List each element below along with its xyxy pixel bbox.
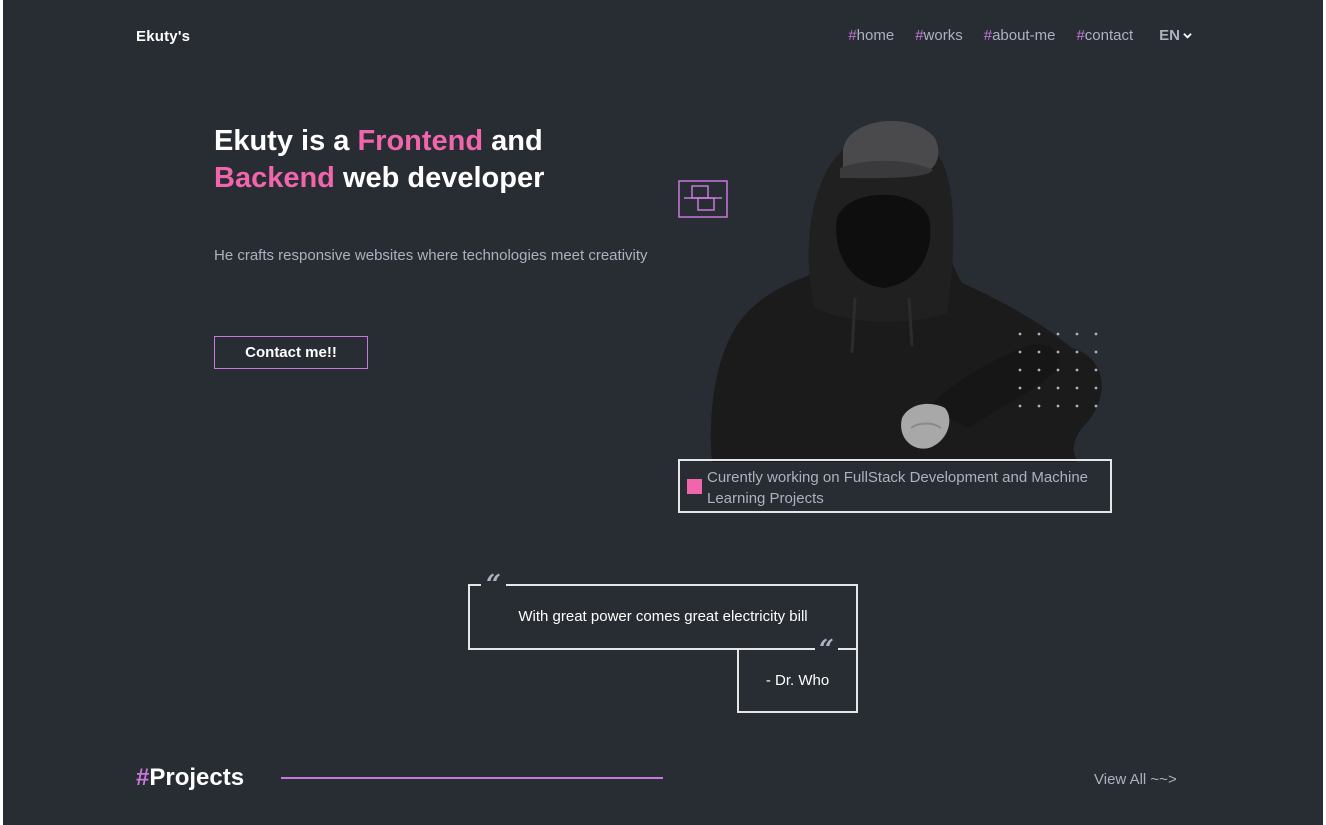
nav-hash: #: [983, 27, 993, 44]
quote-box: With great power comes great electricity…: [468, 584, 858, 650]
status-text: Curently working on FullStack Developmen…: [707, 469, 1089, 507]
hero-title-text: and: [483, 125, 543, 157]
site-logo[interactable]: Ekuty's: [136, 28, 190, 45]
nav-label: about-me: [992, 27, 1056, 44]
nav-hash: #: [1076, 27, 1085, 44]
projects-hash: #: [136, 764, 150, 791]
projects-title: Projects: [149, 764, 245, 791]
dot-grid-decoration: [1018, 332, 1098, 408]
hero-highlight-backend: Backend: [214, 162, 335, 194]
nav-hash: #: [915, 27, 924, 44]
quote-open-icon: “: [481, 572, 506, 598]
contact-me-button[interactable]: Contact me!!: [214, 336, 368, 369]
nav-hash: #: [848, 27, 857, 44]
hero-subtitle: He crafts responsive websites where tech…: [214, 247, 648, 264]
quote-close-icon: “: [815, 637, 838, 663]
nav-label: home: [856, 27, 895, 44]
hero-title: Ekuty is a Frontend and Backend web deve…: [214, 123, 544, 197]
quote-text: With great power comes great electricity…: [518, 608, 808, 625]
nav-link-home[interactable]: #home: [848, 27, 894, 44]
status-box: Curently working on FullStack Developmen…: [678, 459, 1112, 513]
nav-label: contact: [1084, 27, 1134, 44]
language-label: EN: [1159, 27, 1180, 44]
status-square-icon: [687, 479, 702, 494]
quote-author: - Dr. Who: [765, 672, 830, 689]
main-nav: #home #works #about-me #contact EN: [848, 27, 1192, 44]
quote-author-box: - Dr. Who: [737, 648, 858, 713]
nav-link-about-me[interactable]: #about-me: [984, 27, 1056, 44]
projects-heading: #Projects: [136, 764, 244, 792]
page-frame: [0, 0, 1326, 825]
language-selector[interactable]: EN: [1159, 27, 1192, 44]
nav-link-works[interactable]: #works: [915, 27, 963, 44]
chevron-down-icon: [1183, 33, 1192, 39]
hero-title-text: web developer: [334, 162, 545, 194]
hero-title-text: Ekuty is a: [214, 125, 358, 157]
view-all-link[interactable]: View All ~~>: [1094, 771, 1177, 788]
nav-label: works: [923, 27, 963, 44]
projects-divider: [281, 777, 663, 779]
nav-link-contact[interactable]: #contact: [1076, 27, 1133, 44]
hero-highlight-frontend: Frontend: [357, 125, 484, 157]
